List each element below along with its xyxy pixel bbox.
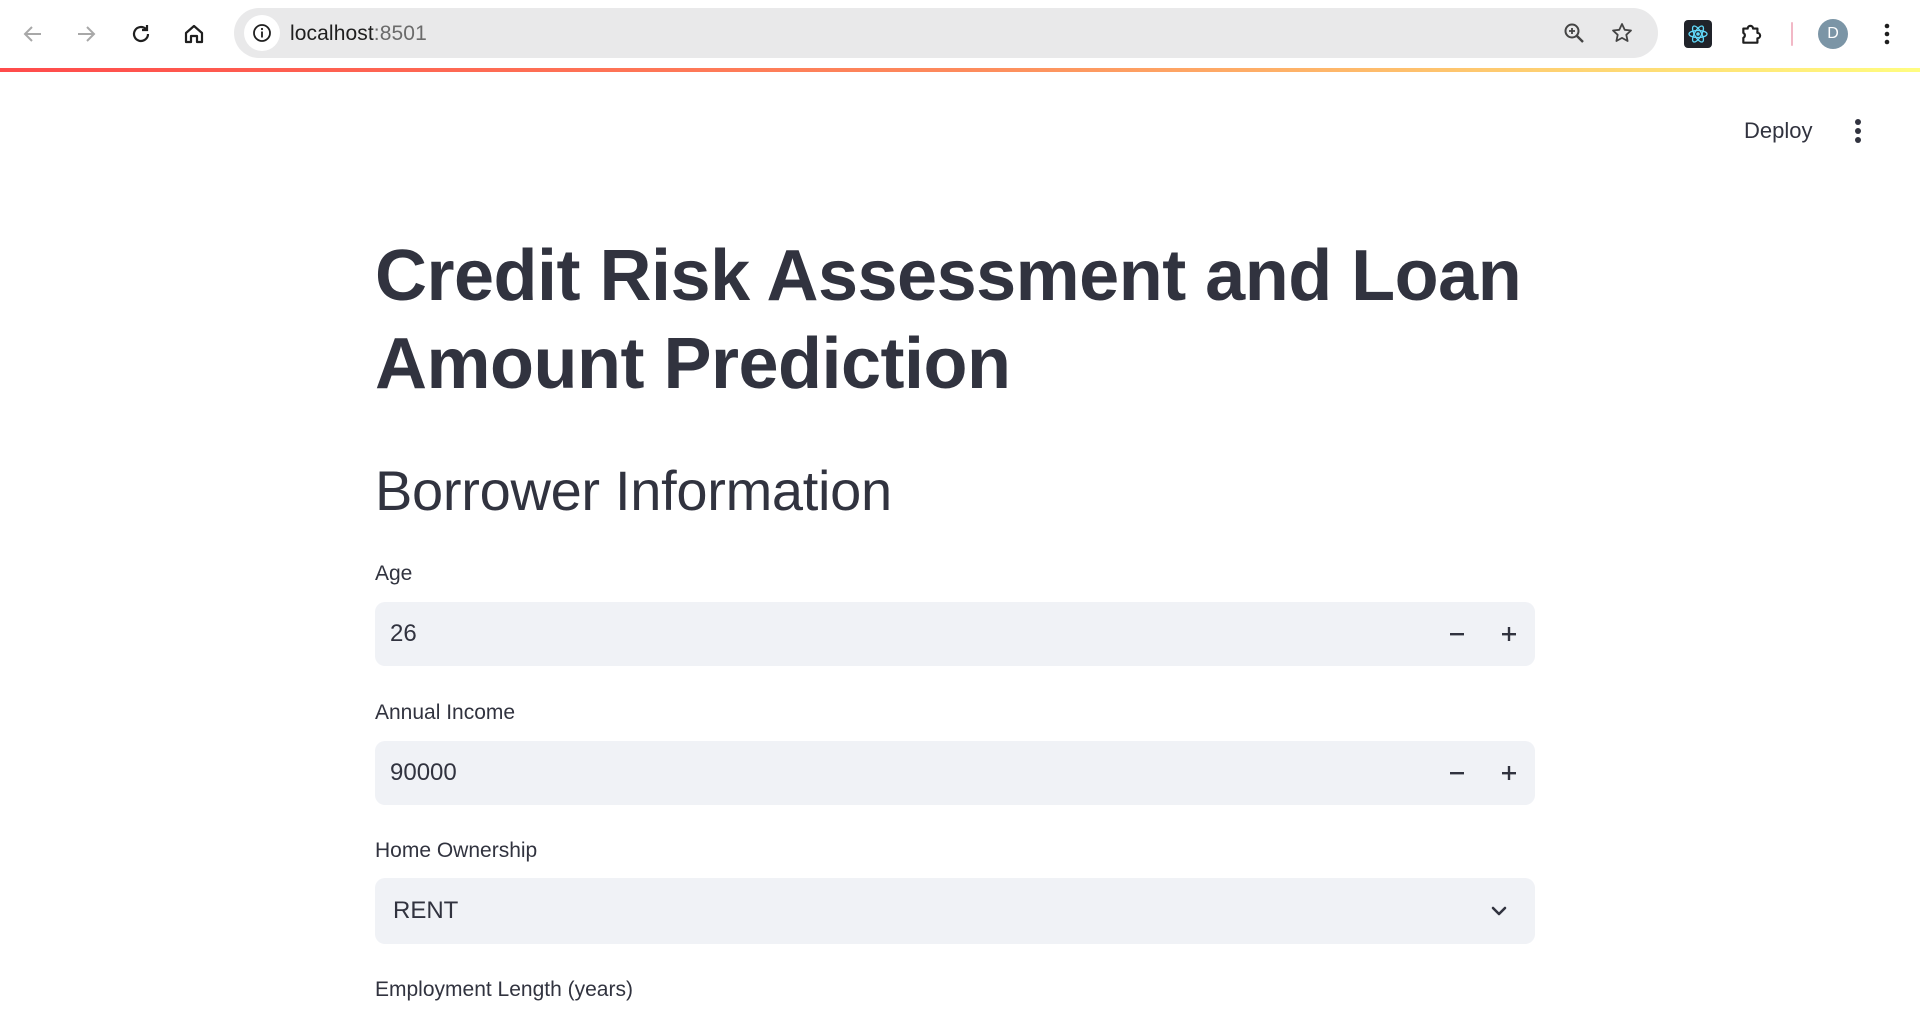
arrow-right-icon (78, 26, 96, 42)
info-icon (253, 24, 271, 42)
age-increment-button[interactable] (1483, 602, 1535, 666)
minus-icon (1450, 772, 1464, 775)
annual-income-increment-button[interactable] (1483, 741, 1535, 805)
annual-income-value[interactable]: 90000 (390, 759, 457, 787)
app-decoration-bar (0, 68, 1920, 72)
page-title: Credit Risk Assessment and Loan Amount P… (375, 236, 1522, 404)
home-ownership-select[interactable]: RENT (375, 878, 1535, 944)
age-value[interactable]: 26 (390, 620, 417, 648)
chevron-down-icon (1491, 906, 1507, 916)
employment-length-label: Employment Length (years) (375, 978, 633, 1001)
zoom-button[interactable] (1560, 19, 1588, 47)
annual-income-label: Annual Income (375, 701, 516, 724)
deploy-button[interactable]: Deploy (1730, 112, 1826, 150)
back-button[interactable] (12, 13, 54, 55)
arrow-left-icon (23, 26, 41, 42)
bookmark-button[interactable] (1608, 19, 1636, 47)
puzzle-icon (1742, 24, 1762, 44)
home-ownership-label: Home Ownership (375, 839, 538, 862)
toolbar-divider (1791, 22, 1793, 46)
browser-menu-button[interactable] (1873, 16, 1901, 52)
profile-avatar[interactable]: D (1818, 19, 1848, 49)
zoom-icon (1564, 23, 1584, 43)
kebab-menu-icon (1855, 119, 1861, 143)
plus-icon (1502, 627, 1516, 641)
app-menu-button[interactable] (1843, 112, 1873, 150)
url-port: :8501 (373, 22, 427, 45)
home-ownership-value: RENT (393, 897, 459, 924)
home-button[interactable] (173, 13, 215, 55)
forward-button[interactable] (65, 13, 107, 55)
reload-icon (132, 25, 150, 43)
age-input[interactable]: 26 (375, 602, 1535, 666)
annual-income-decrement-button[interactable] (1431, 741, 1483, 805)
age-decrement-button[interactable] (1431, 602, 1483, 666)
section-title: Borrower Information (375, 459, 892, 522)
star-icon (1612, 23, 1632, 42)
age-label: Age (375, 562, 413, 585)
annual-income-input[interactable]: 90000 (375, 741, 1535, 805)
react-devtools-extension[interactable] (1680, 16, 1716, 52)
extensions-button[interactable] (1734, 16, 1770, 52)
url-text: localhost:8501 (290, 22, 427, 46)
address-bar[interactable]: localhost:8501 (234, 8, 1658, 58)
plus-icon (1502, 766, 1516, 780)
site-info-button[interactable] (244, 15, 280, 51)
minus-icon (1450, 633, 1464, 636)
browser-toolbar: localhost:8501 D (0, 0, 1920, 68)
home-icon (184, 24, 204, 44)
kebab-menu-icon (1884, 23, 1890, 45)
react-icon (1684, 20, 1712, 48)
reload-button[interactable] (120, 13, 162, 55)
url-host: localhost (290, 22, 374, 45)
